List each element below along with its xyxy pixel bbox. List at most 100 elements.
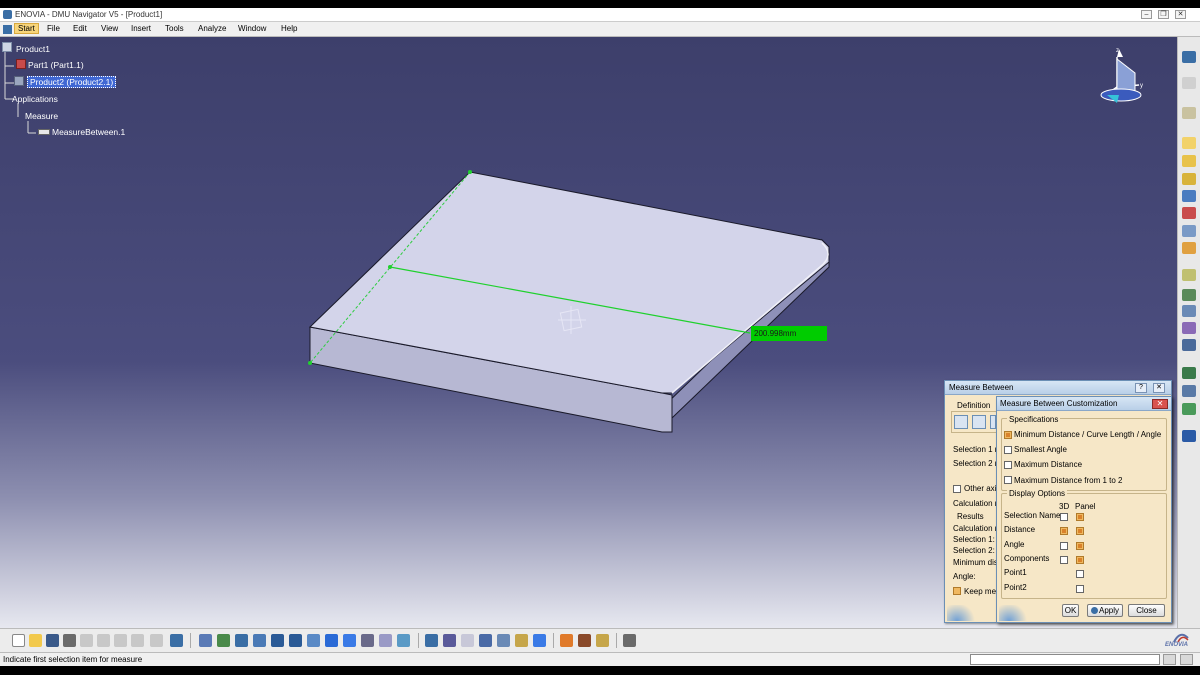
redo-icon[interactable] bbox=[150, 634, 163, 647]
close-window-button[interactable]: ✕ bbox=[1175, 10, 1186, 19]
select-icon[interactable] bbox=[1182, 77, 1196, 89]
menu-window[interactable]: Window bbox=[235, 24, 269, 33]
zoom-in-icon[interactable] bbox=[271, 634, 284, 647]
record-icon[interactable] bbox=[578, 634, 591, 647]
customization-titlebar[interactable]: Measure Between Customization ✕ bbox=[997, 397, 1171, 411]
power-input-enter-icon[interactable] bbox=[1163, 654, 1176, 665]
smallest-angle-checkbox[interactable] bbox=[1004, 446, 1012, 454]
menu-help[interactable]: Help bbox=[278, 24, 300, 33]
help-button[interactable]: ? bbox=[1135, 383, 1147, 393]
point1-panel-checkbox[interactable] bbox=[1076, 570, 1084, 578]
menu-analyze[interactable]: Analyze bbox=[195, 24, 229, 33]
paste-icon[interactable] bbox=[114, 634, 127, 647]
max-distance-1-to-2-checkbox[interactable] bbox=[1004, 476, 1012, 484]
rotate-icon[interactable] bbox=[253, 634, 266, 647]
selection-name-panel-checkbox[interactable] bbox=[1076, 513, 1084, 521]
components-panel-checkbox[interactable] bbox=[1076, 556, 1084, 564]
folder-icon[interactable] bbox=[1182, 137, 1196, 149]
copy-icon[interactable] bbox=[97, 634, 110, 647]
menu-insert[interactable]: Insert bbox=[128, 24, 154, 33]
sync-icon[interactable] bbox=[1182, 339, 1196, 351]
tree-node-applications[interactable]: Applications bbox=[12, 94, 58, 104]
other-axis-checkbox[interactable] bbox=[953, 485, 961, 493]
hide-show-icon[interactable] bbox=[379, 634, 392, 647]
undo-icon[interactable] bbox=[131, 634, 144, 647]
product-icon[interactable] bbox=[14, 76, 24, 86]
text-icon[interactable] bbox=[1182, 173, 1196, 185]
tree-node-part1[interactable]: Part1 (Part1.1) bbox=[28, 60, 84, 70]
lighting-icon[interactable] bbox=[515, 634, 528, 647]
tree-icon[interactable] bbox=[1182, 367, 1196, 379]
settings-icon[interactable] bbox=[497, 634, 510, 647]
measure-between-titlebar[interactable]: Measure Between ? ✕ bbox=[945, 381, 1171, 395]
components-3d-checkbox[interactable] bbox=[1060, 556, 1068, 564]
search-icon[interactable] bbox=[479, 634, 492, 647]
group-icon[interactable] bbox=[1182, 190, 1196, 202]
tree-node-measure[interactable]: Measure bbox=[25, 111, 58, 121]
distance-3d-checkbox[interactable] bbox=[1060, 527, 1068, 535]
menu-view[interactable]: View bbox=[98, 24, 121, 33]
ruler-icon[interactable] bbox=[38, 129, 50, 135]
selection-name-3d-checkbox[interactable] bbox=[1060, 513, 1068, 521]
measure-between-mode-icon[interactable] bbox=[954, 415, 968, 429]
walk-icon[interactable] bbox=[443, 634, 456, 647]
macro-icon[interactable] bbox=[623, 634, 636, 647]
view-icon[interactable] bbox=[1182, 322, 1196, 334]
filter-icon[interactable] bbox=[1182, 403, 1196, 415]
publish-icon[interactable] bbox=[1182, 430, 1196, 442]
menu-tools[interactable]: Tools bbox=[162, 24, 187, 33]
angle-3d-checkbox[interactable] bbox=[1060, 542, 1068, 550]
restore-button[interactable]: ❐ bbox=[1158, 10, 1169, 19]
point2-panel-checkbox[interactable] bbox=[1076, 585, 1084, 593]
tree-node-measure-between[interactable]: MeasureBetween.1 bbox=[52, 127, 125, 137]
part-icon[interactable] bbox=[16, 59, 26, 69]
help-icon[interactable] bbox=[170, 634, 183, 647]
distance-icon[interactable] bbox=[1182, 242, 1196, 254]
clipboard-icon[interactable] bbox=[596, 634, 609, 647]
document-icon[interactable] bbox=[3, 25, 12, 34]
pan-icon[interactable] bbox=[235, 634, 248, 647]
dialog-close-button[interactable]: ✕ bbox=[1153, 383, 1165, 393]
measure-chain-mode-icon[interactable] bbox=[972, 415, 986, 429]
angle-panel-checkbox[interactable] bbox=[1076, 542, 1084, 550]
target-icon[interactable] bbox=[425, 634, 438, 647]
globe-icon[interactable] bbox=[1182, 51, 1196, 63]
menu-edit[interactable]: Edit bbox=[70, 24, 90, 33]
minimize-button[interactable]: – bbox=[1141, 10, 1152, 19]
min-distance-checkbox[interactable] bbox=[1004, 431, 1012, 439]
component-icon[interactable] bbox=[1182, 385, 1196, 397]
cut-icon[interactable] bbox=[80, 634, 93, 647]
depth-icon[interactable] bbox=[533, 634, 546, 647]
annotation-icon[interactable] bbox=[1182, 305, 1196, 317]
publish-icon[interactable] bbox=[560, 634, 573, 647]
power-input-field[interactable] bbox=[970, 654, 1160, 665]
max-distance-checkbox[interactable] bbox=[1004, 461, 1012, 469]
distance-panel-checkbox[interactable] bbox=[1076, 527, 1084, 535]
zoom-out-icon[interactable] bbox=[289, 634, 302, 647]
keep-measure-checkbox[interactable] bbox=[953, 587, 961, 595]
fly-mode-icon[interactable] bbox=[199, 634, 212, 647]
section-icon[interactable] bbox=[1182, 225, 1196, 237]
customization-close-icon[interactable]: ✕ bbox=[1152, 399, 1168, 409]
measure-icon[interactable] bbox=[1182, 269, 1196, 281]
save-icon[interactable] bbox=[46, 634, 59, 647]
print-icon[interactable] bbox=[63, 634, 76, 647]
camera-icon[interactable] bbox=[1182, 289, 1196, 301]
isometric-view-icon[interactable] bbox=[343, 634, 356, 647]
swap-space-icon[interactable] bbox=[397, 634, 410, 647]
ok-button[interactable]: OK bbox=[1062, 604, 1079, 617]
tree-node-product1[interactable]: Product1 bbox=[16, 44, 50, 54]
new-icon[interactable] bbox=[12, 634, 25, 647]
fit-all-icon[interactable] bbox=[217, 634, 230, 647]
clash-icon[interactable] bbox=[1182, 207, 1196, 219]
tree-node-product2[interactable]: Product2 (Product2.1) bbox=[27, 76, 117, 88]
close-button[interactable]: Close bbox=[1128, 604, 1165, 617]
look-at-icon[interactable] bbox=[461, 634, 474, 647]
catalog-icon[interactable] bbox=[1182, 107, 1196, 119]
power-input-options-icon[interactable] bbox=[1180, 654, 1193, 665]
product-icon[interactable] bbox=[2, 42, 12, 52]
menu-file[interactable]: File bbox=[44, 24, 63, 33]
normal-view-icon[interactable] bbox=[307, 634, 320, 647]
2d-icon[interactable] bbox=[1182, 155, 1196, 167]
quick-view-icon[interactable] bbox=[325, 634, 338, 647]
